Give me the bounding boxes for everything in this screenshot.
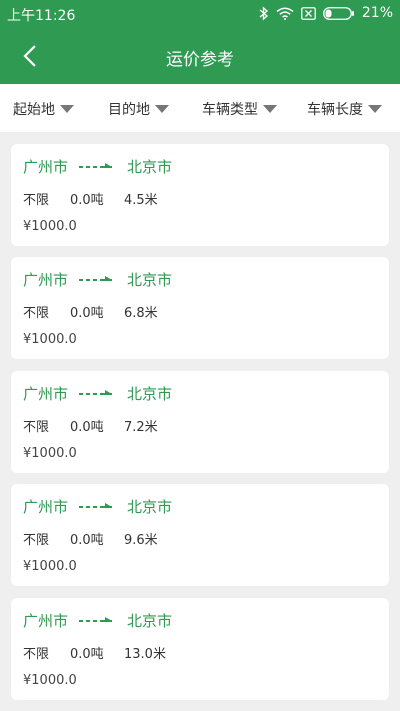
price: ¥1000.0 [23,332,77,347]
vehicle-weight: 0.0吨 [70,306,104,321]
origin-city: 广州市 [23,158,69,176]
filter-label: 车辆长度 [307,102,363,118]
dropdown-triangle-icon [368,105,382,113]
route-arrow-icon [79,616,113,622]
filter-bar: 起始地 目的地 车辆类型 车辆长度 [0,84,400,132]
battery-indicator [322,6,355,20]
no-sim-icon [300,6,316,20]
vehicle-length: 6.8米 [124,306,158,321]
freight-card[interactable]: 广州市 北京市 不限 0.0吨 6.8米 ¥1000.0 [11,257,389,359]
destination-city: 北京市 [127,612,173,630]
destination-city: 北京市 [127,158,173,176]
vehicle-type: 不限 [23,647,50,662]
destination-city: 北京市 [127,498,173,516]
dropdown-triangle-icon [155,105,169,113]
route-arrow-icon [79,275,113,281]
vehicle-length: 9.6米 [124,533,158,548]
origin-city: 广州市 [23,385,69,403]
filter-label: 车辆类型 [202,102,258,118]
vehicle-type: 不限 [23,193,50,208]
route-arrow-icon [79,389,113,395]
vehicle-length: 4.5米 [124,193,158,208]
route-arrow-icon [79,502,113,508]
filter-vehicle-type[interactable]: 车辆类型 [202,99,277,119]
wifi-icon [276,7,294,20]
status-bar: 上午11:26 21% [0,0,400,28]
origin-city: 广州市 [23,612,69,630]
destination-city: 北京市 [127,385,173,403]
vehicle-weight: 0.0吨 [70,647,104,662]
route: 广州市 北京市 [23,383,172,404]
vehicle-weight: 0.0吨 [70,533,104,548]
bluetooth-icon [259,5,268,21]
vehicle-length: 7.2米 [124,420,158,435]
dropdown-triangle-icon [60,105,74,113]
dropdown-triangle-icon [263,105,277,113]
page-title: 运价参考 [166,50,234,70]
route: 广州市 北京市 [23,496,172,517]
vehicle-type: 不限 [23,420,50,435]
filter-destination[interactable]: 目的地 [108,99,169,119]
filter-vehicle-length[interactable]: 车辆长度 [307,99,382,119]
filter-label: 目的地 [108,102,150,118]
price: ¥1000.0 [23,559,77,574]
origin-city: 广州市 [23,271,69,289]
freight-card[interactable]: 广州市 北京市 不限 0.0吨 13.0米 ¥1000.0 [11,598,389,700]
vehicle-length: 13.0米 [124,647,166,662]
filter-origin[interactable]: 起始地 [13,99,74,119]
freight-card[interactable]: 广州市 北京市 不限 0.0吨 7.2米 ¥1000.0 [11,371,389,473]
vehicle-type: 不限 [23,533,50,548]
freight-card[interactable]: 广州市 北京市 不限 0.0吨 4.5米 ¥1000.0 [11,144,389,246]
price: ¥1000.0 [23,446,77,461]
app-bar: 运价参考 [0,28,400,84]
route: 广州市 北京市 [23,610,172,631]
vehicle-weight: 0.0吨 [70,193,104,208]
route: 广州市 北京市 [23,156,172,177]
status-time: 上午11:26 [7,8,76,24]
origin-city: 广州市 [23,498,69,516]
route-arrow-icon [79,162,113,168]
price: ¥1000.0 [23,673,77,688]
price: ¥1000.0 [23,219,77,234]
destination-city: 北京市 [127,271,173,289]
filter-label: 起始地 [13,102,55,118]
battery-icon [322,6,354,20]
vehicle-weight: 0.0吨 [70,420,104,435]
vehicle-type: 不限 [23,306,50,321]
route: 广州市 北京市 [23,269,172,290]
status-icons: 21% [259,5,393,21]
battery-percent: 21% [361,5,393,21]
freight-card[interactable]: 广州市 北京市 不限 0.0吨 9.6米 ¥1000.0 [11,484,389,586]
